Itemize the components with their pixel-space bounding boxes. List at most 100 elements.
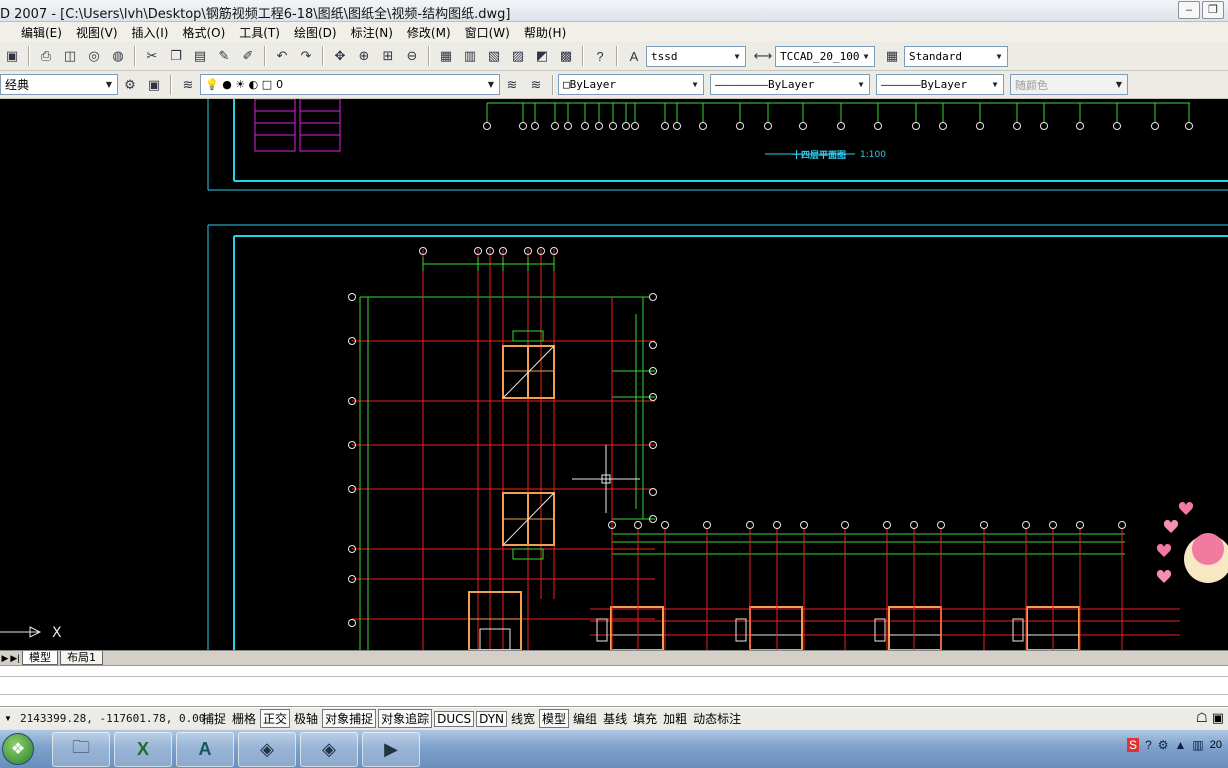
restore-button[interactable]: ❐	[1202, 1, 1224, 19]
help-tray-icon[interactable]: ?	[1145, 738, 1152, 752]
separator	[322, 46, 324, 66]
app2-icon: ◈	[322, 739, 336, 759]
properties-icon[interactable]: ▦	[435, 45, 457, 67]
menu-modify[interactable]: 修改(M)	[400, 24, 458, 41]
menu-tools[interactable]: 工具(T)	[232, 24, 287, 41]
text-style-select[interactable]: tssd ▼	[646, 45, 746, 67]
save-icon[interactable]: ▣	[1, 45, 23, 67]
communication-center-icon[interactable]: ☖	[1196, 710, 1208, 726]
workspace-settings-icon[interactable]: ⚙	[119, 74, 141, 96]
make-object-layer-current-icon[interactable]: ≋	[501, 74, 523, 96]
ortho-toggle[interactable]: 正交	[260, 709, 291, 728]
snap-toggle[interactable]: 捕捉	[200, 710, 228, 727]
publish-icon[interactable]: ◎	[83, 45, 105, 67]
lineweight-toggle[interactable]: 线宽	[509, 710, 537, 727]
paste-icon[interactable]: ▤	[189, 45, 211, 67]
tab-next-icon[interactable]: ▶	[0, 653, 10, 664]
axis-bubble	[1076, 521, 1084, 529]
copy-icon[interactable]: ❐	[165, 45, 187, 67]
status-bar: ▼ 2143399.28, -117601.78, 0.00 捕捉 栅格 正交 …	[0, 707, 1228, 729]
axis-bubble	[874, 122, 882, 130]
network-icon[interactable]: ▥	[1192, 738, 1203, 752]
group-toggle[interactable]: 编组	[571, 710, 599, 727]
clock[interactable]: 20	[1210, 739, 1222, 751]
design-center-icon[interactable]: ▥	[459, 45, 481, 67]
drawing-canvas[interactable]: X 十四层平面图 1:100	[0, 99, 1228, 650]
dim-style-select[interactable]: TCCAD_20_100 ▼	[775, 45, 875, 67]
menu-draw[interactable]: 绘图(D)	[287, 24, 344, 41]
markup-icon[interactable]: ◩	[531, 45, 553, 67]
status-menu-icon[interactable]: ▼	[4, 714, 12, 723]
match-properties-icon[interactable]: ✎	[213, 45, 235, 67]
fill-toggle[interactable]: 填充	[631, 710, 659, 727]
app-taskbar-button[interactable]: ◈	[238, 732, 296, 767]
axis-bubble	[937, 521, 945, 529]
workspace-select[interactable]: 经典 ▼	[0, 74, 118, 95]
minimize-button[interactable]: –	[1178, 1, 1200, 19]
explorer-taskbar-button[interactable]: 🗀	[52, 732, 110, 767]
color-select[interactable]: □ ByLayer ▼	[558, 74, 704, 95]
layer-select[interactable]: 💡 ● ☀ ◐ □ 0 ▼	[200, 74, 500, 95]
start-button[interactable]: ❖	[2, 733, 34, 765]
tab-layout1[interactable]: 布局1	[60, 651, 103, 665]
drawing-scale: 1:100	[860, 150, 886, 160]
block-editor-icon[interactable]: ✐	[237, 45, 259, 67]
print-icon[interactable]: ⎙	[35, 45, 57, 67]
table-style-select[interactable]: Standard ▼	[904, 45, 1008, 67]
redo-icon[interactable]: ↷	[295, 45, 317, 67]
unit-block	[749, 606, 803, 650]
input-method-icon[interactable]: S	[1127, 738, 1140, 752]
baseline-toggle[interactable]: 基线	[601, 710, 629, 727]
tab-model[interactable]: 模型	[22, 651, 58, 665]
menu-window[interactable]: 窗口(W)	[458, 24, 517, 41]
model-toggle[interactable]: 模型	[539, 709, 570, 728]
polar-toggle[interactable]: 极轴	[292, 710, 320, 727]
app2-taskbar-button[interactable]: ◈	[300, 732, 358, 767]
layer-manager-icon[interactable]: ≋	[177, 74, 199, 96]
tool-palettes-icon[interactable]: ▧	[483, 45, 505, 67]
settings-tray-icon[interactable]: ⚙	[1158, 738, 1169, 752]
undo-icon[interactable]: ↶	[271, 45, 293, 67]
menu-format[interactable]: 格式(O)	[175, 24, 232, 41]
excel-icon: X	[136, 739, 149, 759]
menu-dimension[interactable]: 标注(N)	[344, 24, 400, 41]
dynamic-dimension-toggle[interactable]: 动态标注	[691, 710, 743, 727]
lock-icon[interactable]: ▣	[1212, 710, 1224, 726]
menu-edit[interactable]: 编辑(E)	[14, 24, 69, 41]
pan-icon[interactable]: ✥	[329, 45, 351, 67]
bold-toggle[interactable]: 加粗	[661, 710, 689, 727]
menu-help[interactable]: 帮助(H)	[517, 24, 573, 41]
command-window[interactable]	[0, 665, 1228, 707]
show-hidden-icon[interactable]: ▲	[1175, 738, 1187, 752]
axis-bubble	[1076, 122, 1084, 130]
zoom-previous-icon[interactable]: ⊖	[401, 45, 423, 67]
menu-view[interactable]: 视图(V)	[69, 24, 125, 41]
dyn-toggle[interactable]: DYN	[476, 710, 508, 727]
help-icon[interactable]: ?	[589, 45, 611, 67]
linetype-select[interactable]: ———————— ByLayer ▼	[710, 74, 870, 95]
chevron-down-icon: ▼	[734, 51, 740, 61]
menu-insert[interactable]: 插入(I)	[125, 24, 176, 41]
upper-axis-row	[483, 103, 1193, 130]
separator	[264, 46, 266, 66]
zoom-window-icon[interactable]: ⊞	[377, 45, 399, 67]
lineweight-select[interactable]: —————— ByLayer ▼	[876, 74, 1004, 95]
osnap-toggle[interactable]: 对象捕捉	[322, 709, 377, 728]
otrack-toggle[interactable]: 对象追踪	[378, 709, 433, 728]
web-icon[interactable]: ◍	[107, 45, 129, 67]
cut-icon[interactable]: ✂	[141, 45, 163, 67]
ducs-toggle[interactable]: DUCS	[434, 710, 475, 727]
separator	[428, 46, 430, 66]
autocad-taskbar-button[interactable]: A	[176, 732, 234, 767]
workspace-save-icon[interactable]: ▣	[143, 74, 165, 96]
tab-last-icon[interactable]: ▶|	[10, 653, 20, 664]
zoom-realtime-icon[interactable]: ⊕	[353, 45, 375, 67]
preview-icon[interactable]: ◫	[59, 45, 81, 67]
axis-bubble	[661, 122, 669, 130]
layer-previous-icon[interactable]: ≋	[525, 74, 547, 96]
excel-taskbar-button[interactable]: X	[114, 732, 172, 767]
sheet-set-icon[interactable]: ▨	[507, 45, 529, 67]
calculator-icon[interactable]: ▩	[555, 45, 577, 67]
media-taskbar-button[interactable]: ▶	[362, 732, 420, 767]
grid-toggle[interactable]: 栅格	[230, 710, 258, 727]
